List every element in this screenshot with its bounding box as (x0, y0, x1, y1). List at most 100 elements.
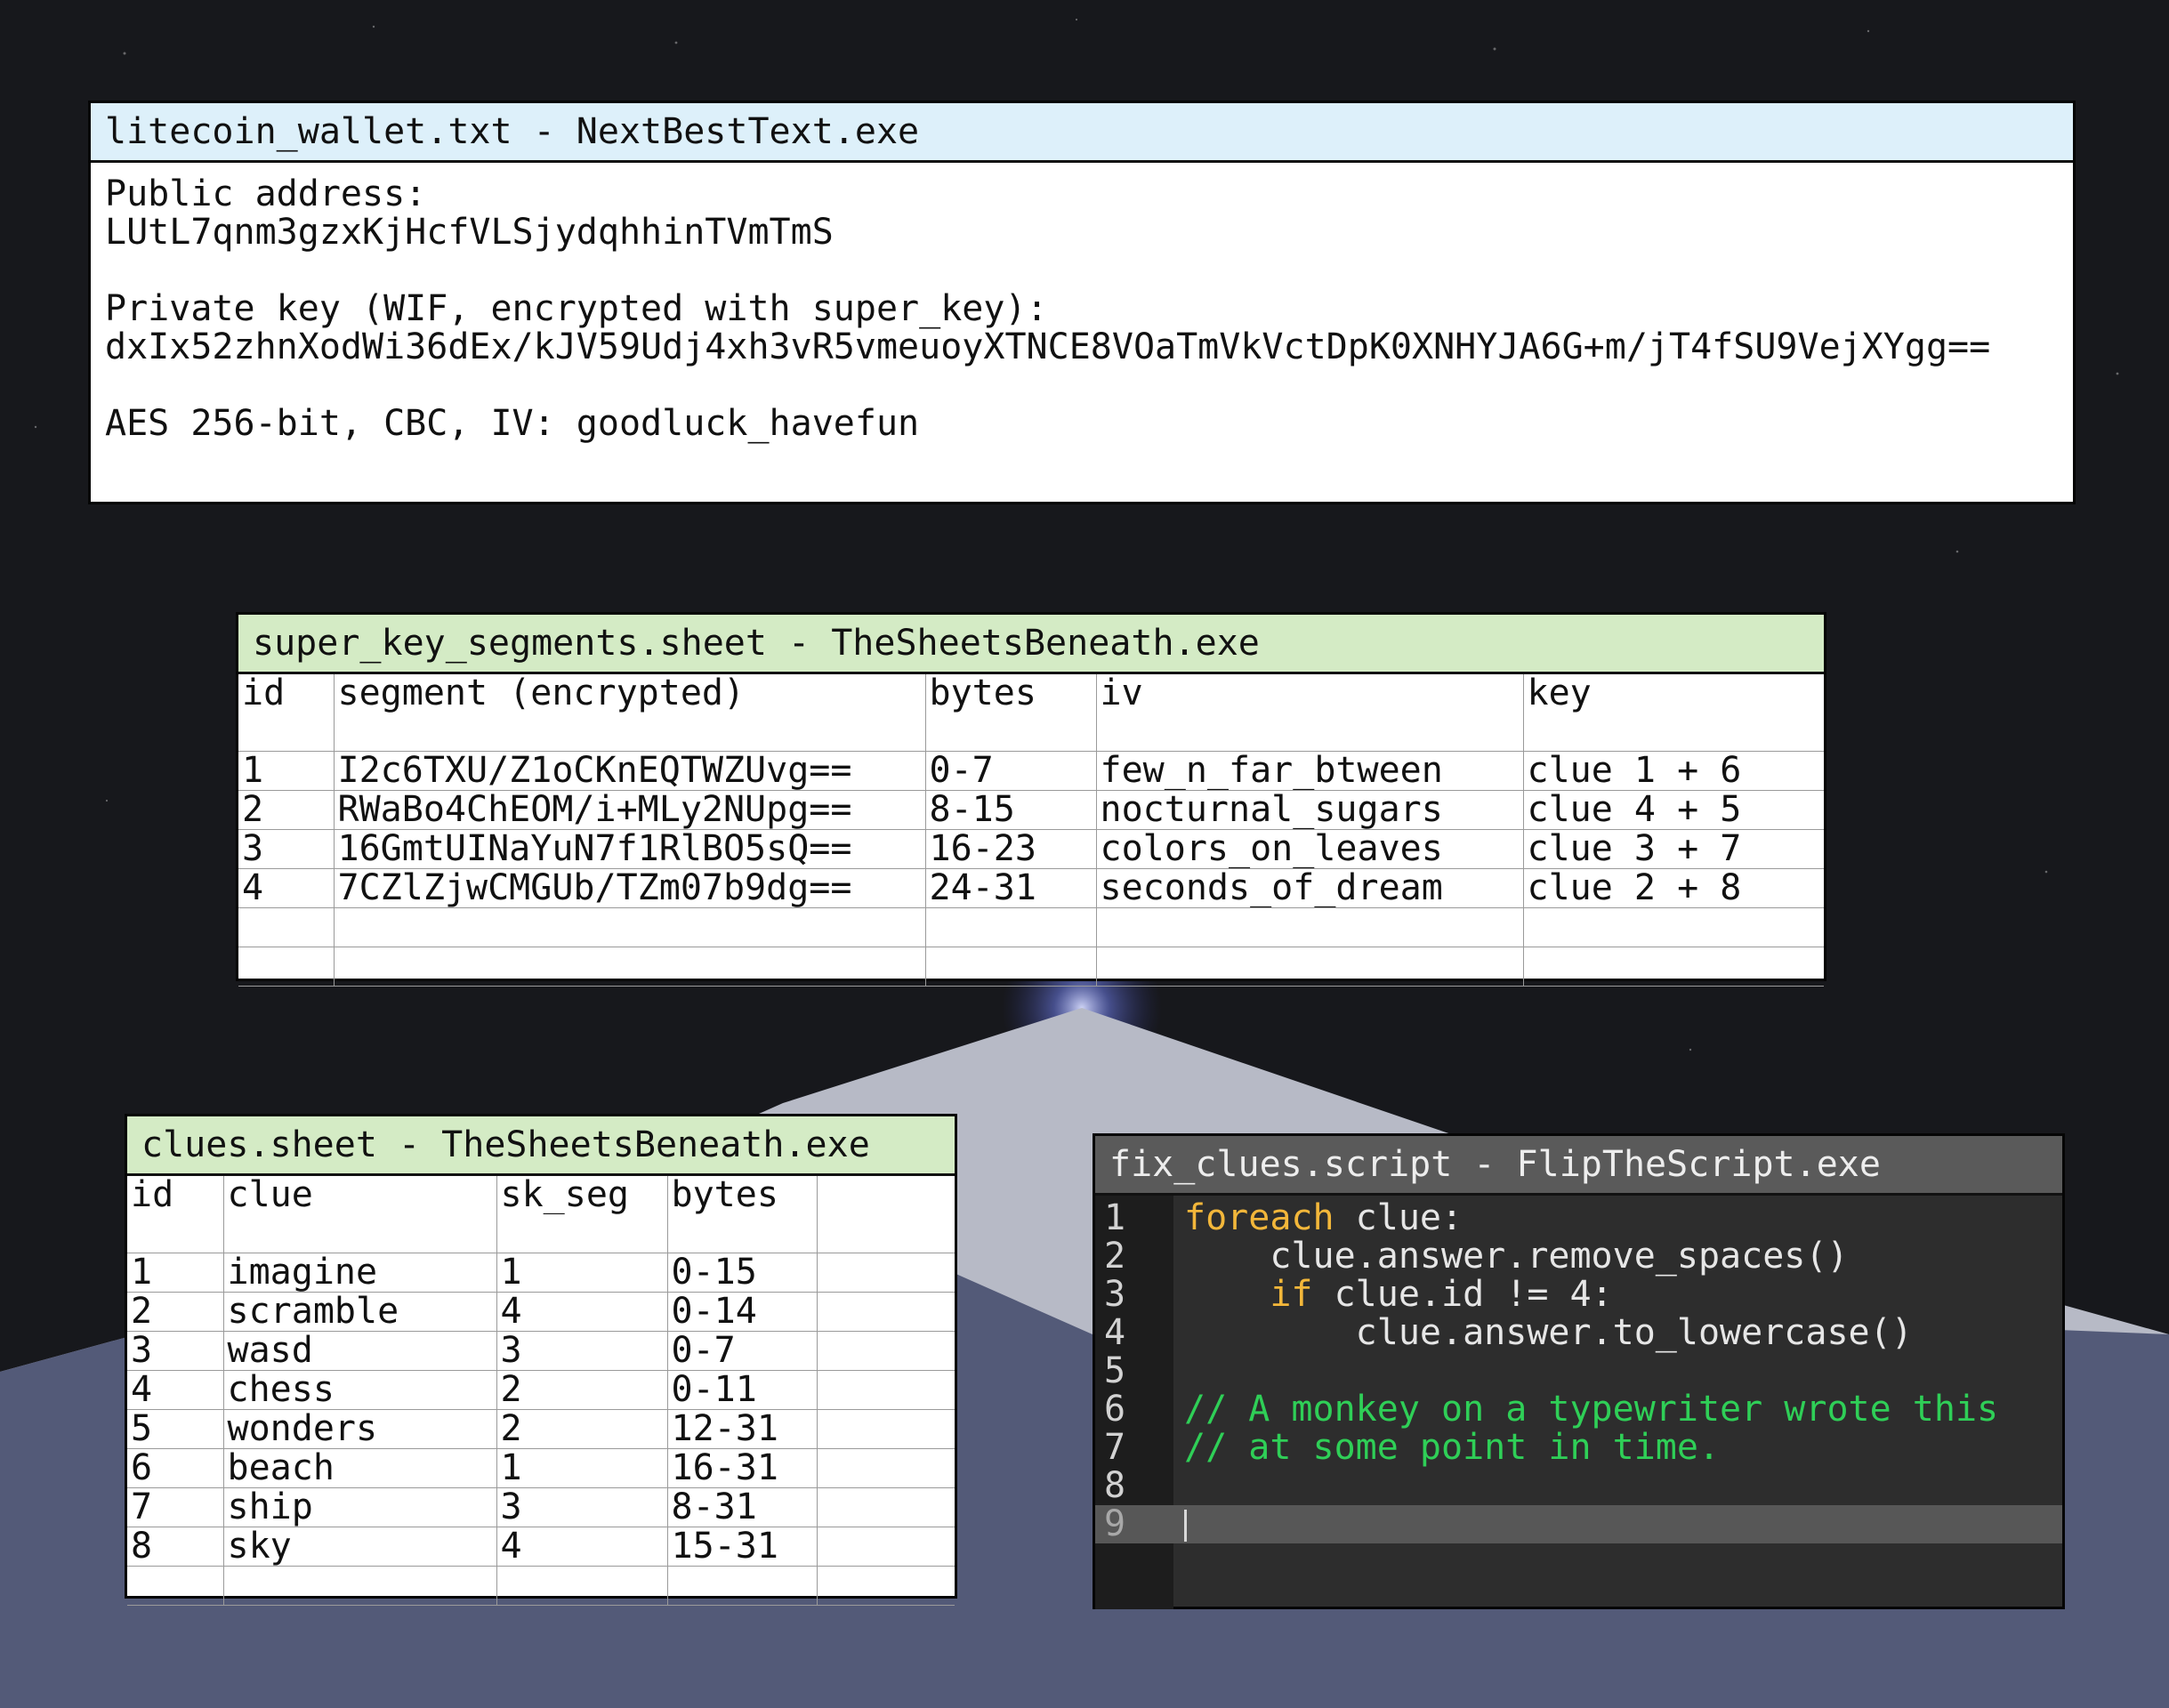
cell[interactable] (667, 1214, 818, 1253)
column-header[interactable]: id (127, 1176, 224, 1214)
cell[interactable]: 3 (127, 1331, 224, 1371)
cell[interactable]: 8-31 (667, 1487, 818, 1527)
cell[interactable]: 0-7 (925, 751, 1097, 791)
cell[interactable] (238, 713, 335, 752)
column-header[interactable]: bytes (925, 674, 1097, 713)
cell[interactable]: colors_on_leaves (1096, 829, 1524, 869)
cell[interactable]: 0-11 (667, 1370, 818, 1410)
code-line[interactable]: 5 (1095, 1352, 2062, 1390)
cell[interactable]: clue 1 + 6 (1523, 751, 1824, 791)
cell[interactable] (334, 947, 926, 987)
cell[interactable]: 24-31 (925, 868, 1097, 908)
cell[interactable] (667, 1566, 818, 1606)
cell[interactable] (238, 907, 335, 947)
cell[interactable]: 1 (127, 1253, 224, 1293)
cell[interactable] (1096, 713, 1524, 752)
cell[interactable] (817, 1370, 955, 1410)
cell[interactable] (334, 713, 926, 752)
cell[interactable]: 4 (238, 868, 335, 908)
window-title-bar[interactable]: super_key_segments.sheet - TheSheetsBene… (238, 615, 1824, 674)
cell[interactable] (1096, 907, 1524, 947)
cell[interactable] (1096, 947, 1524, 987)
cell[interactable]: beach (223, 1448, 497, 1488)
cell[interactable]: 7 (127, 1487, 224, 1527)
column-header[interactable]: iv (1096, 674, 1524, 713)
cell[interactable]: RWaBo4ChEOM/i+MLy2NUpg== (334, 790, 926, 830)
cell[interactable]: chess (223, 1370, 497, 1410)
code-line[interactable]: 3 if clue.id != 4: (1095, 1276, 2062, 1314)
window-title-bar[interactable]: litecoin_wallet.txt - NextBestText.exe (91, 103, 2073, 163)
cell[interactable]: 2 (496, 1370, 668, 1410)
cell[interactable] (817, 1487, 955, 1527)
cell[interactable] (817, 1566, 955, 1606)
cell[interactable] (334, 907, 926, 947)
cell[interactable]: 3 (238, 829, 335, 869)
cell[interactable]: 0-14 (667, 1292, 818, 1332)
cell[interactable]: 0-7 (667, 1331, 818, 1371)
cell[interactable]: nocturnal_sugars (1096, 790, 1524, 830)
window-title-bar[interactable]: fix_clues.script - FlipTheScript.exe (1095, 1136, 2062, 1196)
column-header[interactable]: sk_seg (496, 1176, 668, 1214)
cell[interactable]: wonders (223, 1409, 497, 1449)
cell[interactable]: 3 (496, 1331, 668, 1371)
cell[interactable]: imagine (223, 1253, 497, 1293)
cell[interactable]: 8 (127, 1527, 224, 1567)
cell[interactable] (925, 713, 1097, 752)
cell[interactable]: 2 (238, 790, 335, 830)
cell[interactable]: 1 (496, 1448, 668, 1488)
cell[interactable] (1523, 907, 1824, 947)
cell[interactable]: I2c6TXU/Z1oCKnEQTWZUvg== (334, 751, 926, 791)
cell[interactable] (817, 1331, 955, 1371)
cell[interactable] (817, 1214, 955, 1253)
text-editor-body[interactable]: Public address: LUtL7qnm3gzxKjHcfVLSjydq… (91, 163, 2073, 455)
cell[interactable] (238, 947, 335, 987)
cell[interactable]: 16GmtUINaYuN7f1RlBO5sQ== (334, 829, 926, 869)
cell[interactable]: 1 (238, 751, 335, 791)
cell[interactable]: 0-15 (667, 1253, 818, 1293)
cell[interactable]: 5 (127, 1409, 224, 1449)
cell[interactable]: scramble (223, 1292, 497, 1332)
code-line[interactable]: 6 // A monkey on a typewriter wrote this (1095, 1390, 2062, 1429)
cell[interactable] (817, 1409, 955, 1449)
cell[interactable]: clue 2 + 8 (1523, 868, 1824, 908)
window-title-bar[interactable]: clues.sheet - TheSheetsBeneath.exe (127, 1116, 955, 1176)
cell[interactable]: 2 (127, 1292, 224, 1332)
column-header[interactable]: id (238, 674, 335, 713)
cell[interactable]: clue 4 + 5 (1523, 790, 1824, 830)
cell[interactable] (496, 1214, 668, 1253)
cell[interactable]: 7CZlZjwCMGUb/TZm07b9dg== (334, 868, 926, 908)
cell[interactable]: wasd (223, 1331, 497, 1371)
cell[interactable]: few_n_far_btween (1096, 751, 1524, 791)
code-line[interactable]: 4 clue.answer.to_lowercase() (1095, 1314, 2062, 1352)
code-line[interactable]: 1 foreach clue: (1095, 1199, 2062, 1237)
column-header[interactable]: key (1523, 674, 1824, 713)
cell[interactable] (127, 1566, 224, 1606)
cell[interactable] (496, 1566, 668, 1606)
cell[interactable]: 6 (127, 1448, 224, 1488)
cell[interactable]: 4 (496, 1527, 668, 1567)
cell[interactable] (925, 907, 1097, 947)
cell[interactable] (817, 1253, 955, 1293)
column-header[interactable] (817, 1176, 955, 1214)
cell[interactable]: 12-31 (667, 1409, 818, 1449)
code-line[interactable]: 7 // at some point in time. (1095, 1429, 2062, 1467)
cell[interactable]: 4 (496, 1292, 668, 1332)
cell[interactable] (223, 1214, 497, 1253)
code-line[interactable]: 2 clue.answer.remove_spaces() (1095, 1237, 2062, 1276)
cell[interactable]: 15-31 (667, 1527, 818, 1567)
cell[interactable] (817, 1292, 955, 1332)
cell[interactable] (817, 1448, 955, 1488)
cell[interactable]: 8-15 (925, 790, 1097, 830)
cell[interactable] (1523, 947, 1824, 987)
cell[interactable]: 1 (496, 1253, 668, 1293)
column-header[interactable]: clue (223, 1176, 497, 1214)
cell[interactable] (127, 1214, 224, 1253)
cell[interactable]: 2 (496, 1409, 668, 1449)
code-line[interactable]: 9 (1095, 1505, 2062, 1543)
cell[interactable]: 16-23 (925, 829, 1097, 869)
cell[interactable] (1523, 713, 1824, 752)
cell[interactable]: 3 (496, 1487, 668, 1527)
cell[interactable]: ship (223, 1487, 497, 1527)
cell[interactable]: sky (223, 1527, 497, 1567)
cell[interactable]: 16-31 (667, 1448, 818, 1488)
